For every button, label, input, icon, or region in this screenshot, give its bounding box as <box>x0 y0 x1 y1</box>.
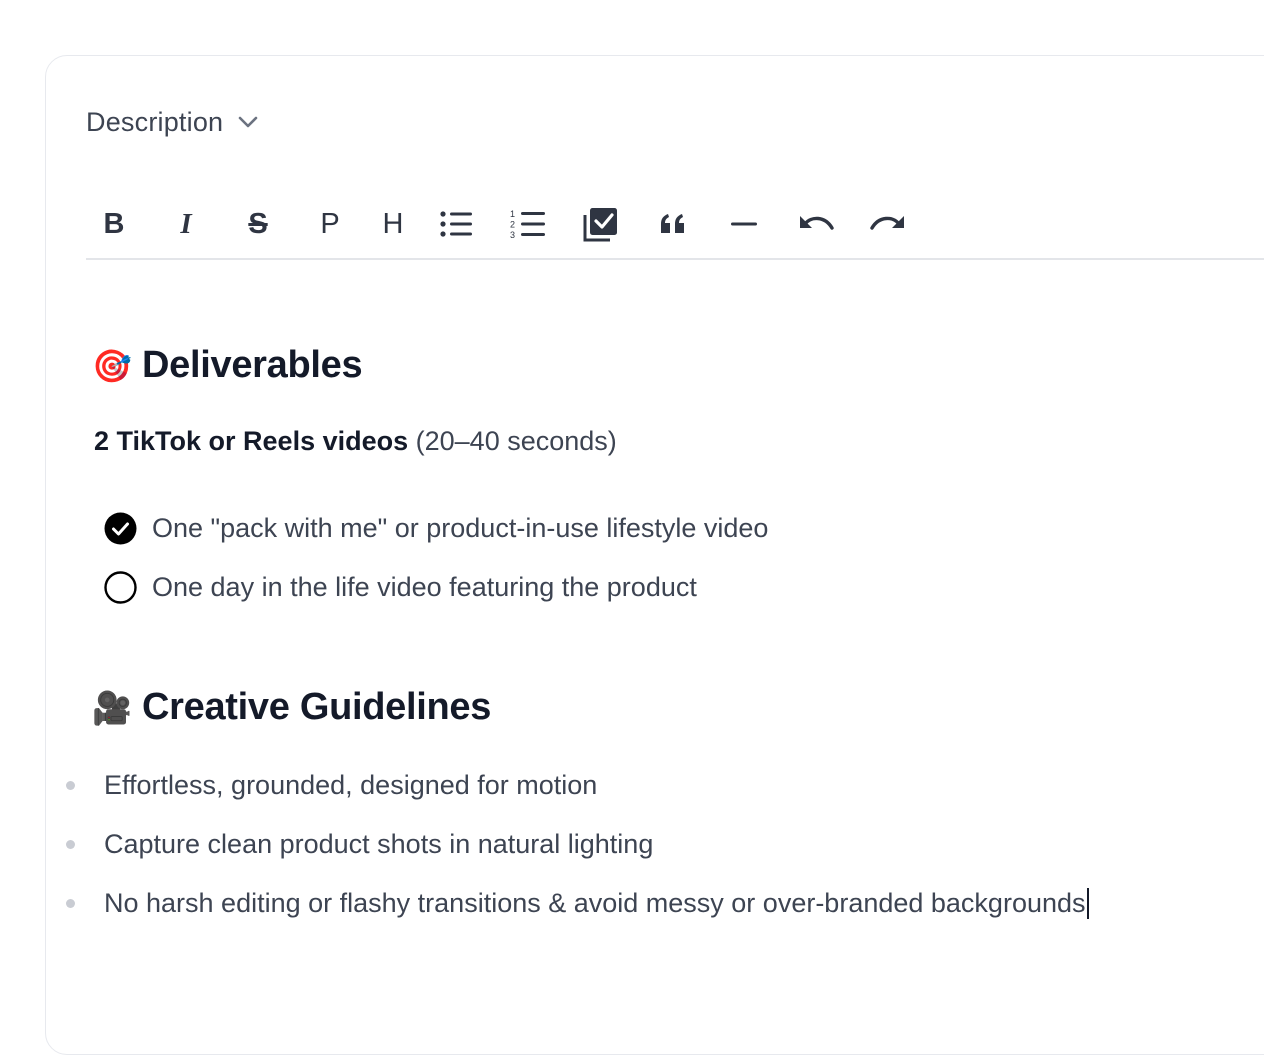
list-item: No harsh editing or flashy transitions &… <box>66 888 1089 919</box>
ordered-list-button[interactable]: 1 2 3 <box>506 202 550 246</box>
paragraph-button[interactable]: P <box>308 202 352 246</box>
creative-guidelines-heading-text: Creative Guidelines <box>142 686 492 728</box>
heading-button[interactable]: H <box>371 202 415 246</box>
blockquote-button[interactable] <box>651 202 695 246</box>
empty-circle-icon <box>104 571 137 604</box>
text-cursor <box>1086 888 1089 919</box>
summary-rest-text: (20–40 seconds) <box>408 426 617 456</box>
deliverables-heading-text: Deliverables <box>142 344 363 386</box>
strikethrough-icon: S <box>248 207 268 240</box>
svg-text:1: 1 <box>510 209 515 219</box>
list-item-text: No harsh editing or flashy transitions &… <box>104 888 1086 918</box>
undo-button[interactable] <box>794 202 838 246</box>
list-item-text: Capture clean product shots in natural l… <box>104 829 654 859</box>
bullet-list-icon <box>440 211 472 237</box>
horizontal-rule-icon <box>731 222 757 226</box>
bold-button[interactable]: B <box>92 202 136 246</box>
bullet-dot <box>66 840 75 849</box>
checked-circle-icon <box>104 512 137 545</box>
bold-icon: B <box>103 207 125 240</box>
horizontal-rule-button[interactable] <box>722 202 766 246</box>
undo-icon <box>800 216 834 230</box>
bullet-dot <box>66 781 75 790</box>
redo-button[interactable] <box>866 202 910 246</box>
target-emoji: 🎯 <box>92 347 132 384</box>
list-item-text: Effortless, grounded, designed for motio… <box>104 770 598 800</box>
bullet-list-button[interactable] <box>434 202 478 246</box>
ordered-list-icon: 1 2 3 <box>510 209 545 240</box>
italic-button[interactable]: I <box>164 202 208 246</box>
summary-bold-text: 2 TikTok or Reels videos <box>94 426 409 456</box>
description-section-toggle[interactable]: Description <box>86 104 259 140</box>
editor-toolbar: B I S P H 1 2 3 <box>86 198 1264 260</box>
section-title: Description <box>86 106 224 137</box>
creative-guidelines-heading: 🎥 Creative Guidelines <box>92 686 491 729</box>
task-checkbox-unchecked[interactable] <box>104 571 137 604</box>
task-label: One day in the life video featuring the … <box>152 572 697 602</box>
svg-text:3: 3 <box>510 230 515 240</box>
task-checkbox-checked[interactable] <box>104 512 137 545</box>
bullet-dot <box>66 899 75 908</box>
strikethrough-button[interactable]: S <box>236 202 280 246</box>
task-item: One day in the life video featuring the … <box>104 571 697 604</box>
list-item: Effortless, grounded, designed for motio… <box>66 770 597 801</box>
paragraph-icon: P <box>320 207 340 240</box>
task-label: One "pack with me" or product-in-use lif… <box>152 513 769 543</box>
redo-icon <box>870 216 904 230</box>
movie-camera-emoji: 🎥 <box>92 689 132 726</box>
italic-icon: I <box>180 207 192 240</box>
heading-icon: H <box>382 207 404 240</box>
list-item: Capture clean product shots in natural l… <box>66 829 653 860</box>
task-list-button[interactable] <box>579 202 623 246</box>
deliverables-heading: 🎯 Deliverables <box>92 344 362 387</box>
task-list-icon <box>583 208 617 242</box>
deliverables-summary: 2 TikTok or Reels videos (20–40 seconds) <box>94 426 617 457</box>
quote-icon <box>661 214 684 233</box>
task-item: One "pack with me" or product-in-use lif… <box>104 512 768 545</box>
chevron-down-icon <box>237 115 259 129</box>
svg-text:2: 2 <box>510 220 515 230</box>
